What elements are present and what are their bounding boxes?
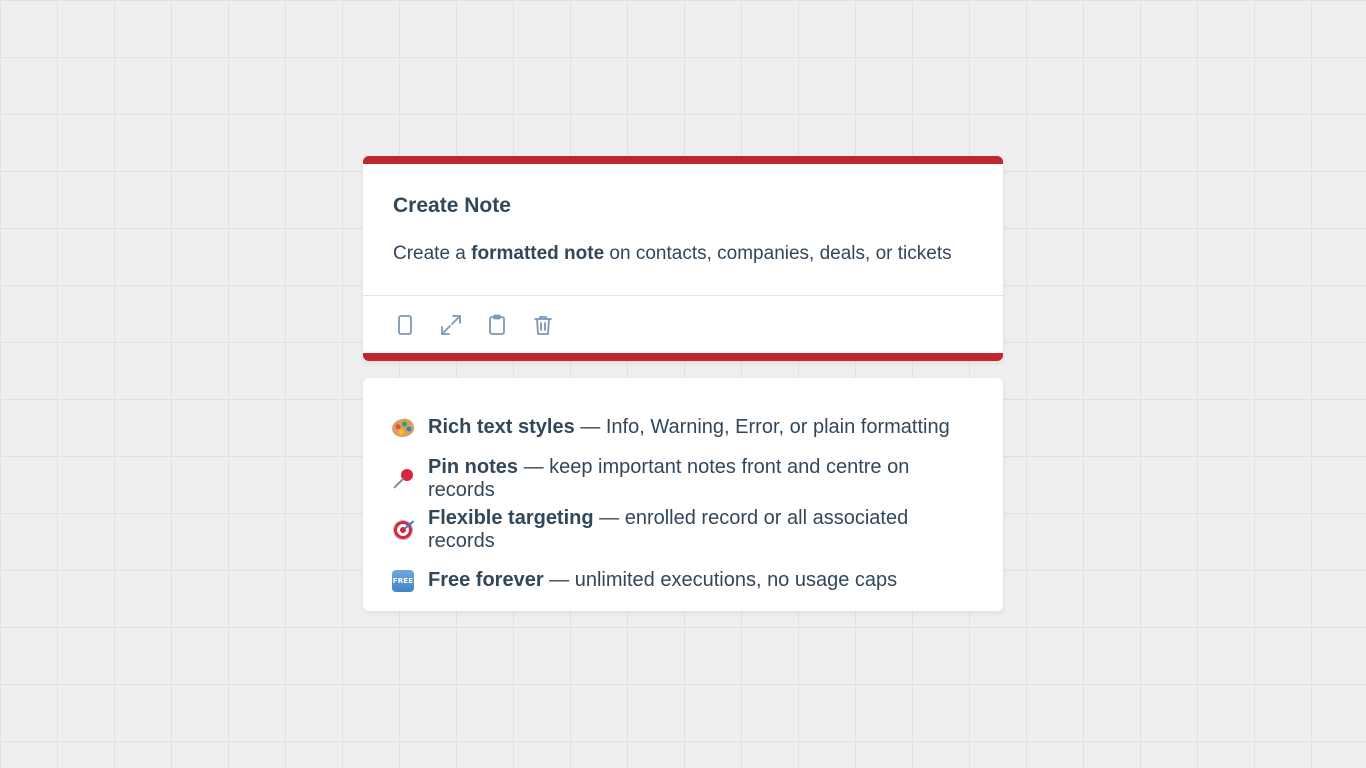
card-description: Create a formatted note on contacts, com… bbox=[393, 243, 973, 265]
feature-title: Flexible targeting bbox=[428, 506, 594, 529]
feature-item: Flexible targeting — enrolled record or … bbox=[391, 504, 975, 555]
feature-description: — unlimited executions, no usage caps bbox=[543, 569, 898, 591]
trash-icon[interactable] bbox=[531, 313, 555, 337]
feature-text: Pin notes — keep important notes front a… bbox=[428, 456, 975, 502]
description-bold: formatted note bbox=[471, 243, 605, 264]
feature-text: Free forever — unlimited executions, no … bbox=[428, 569, 897, 592]
feature-item: FREE Free forever — unlimited executions… bbox=[391, 555, 975, 606]
tablet-icon[interactable] bbox=[393, 313, 417, 337]
direct-hit-emoji bbox=[391, 518, 415, 542]
artist-palette-emoji bbox=[390, 415, 416, 440]
pushpin-emoji bbox=[391, 467, 415, 491]
action-card[interactable]: Create Note Create a formatted note on c… bbox=[363, 156, 1003, 361]
feature-description: — Info, Warning, Error, or plain formatt… bbox=[574, 416, 950, 438]
feature-text: Rich text styles — Info, Warning, Error,… bbox=[428, 416, 950, 439]
feature-list: Rich text styles — Info, Warning, Error,… bbox=[363, 378, 1003, 611]
expand-icon[interactable] bbox=[439, 313, 463, 337]
card-toolbar bbox=[363, 296, 1003, 353]
card-body: Create Note Create a formatted note on c… bbox=[363, 164, 1003, 296]
feature-title: Rich text styles bbox=[428, 416, 575, 438]
description-prefix: Create a bbox=[393, 243, 472, 264]
description-suffix: on contacts, companies, deals, or ticket… bbox=[604, 243, 952, 264]
feature-item: Pin notes — keep important notes front a… bbox=[391, 453, 975, 504]
free-button-emoji: FREE bbox=[391, 569, 415, 593]
card-title: Create Note bbox=[393, 194, 511, 217]
feature-title: Free forever bbox=[428, 569, 544, 591]
clipboard-icon[interactable] bbox=[485, 313, 509, 337]
feature-text: Flexible targeting — enrolled record or … bbox=[428, 507, 975, 553]
feature-title: Pin notes bbox=[428, 455, 519, 478]
feature-item: Rich text styles — Info, Warning, Error,… bbox=[390, 402, 975, 453]
free-badge-text: FREE bbox=[392, 569, 414, 592]
